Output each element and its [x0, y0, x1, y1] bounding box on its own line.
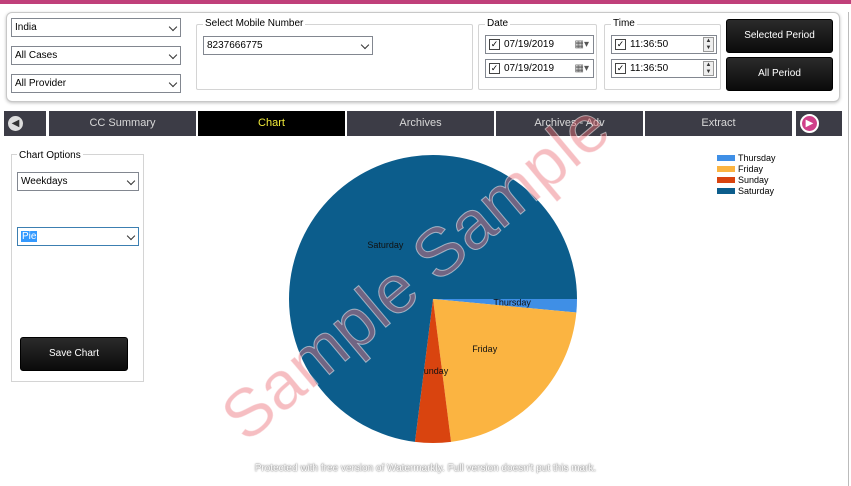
chart-legend: Thursday Friday Sunday Saturday — [717, 153, 776, 197]
legend-item-saturday: Saturday — [717, 186, 776, 197]
watermark-footer-text: Protected with free version of Watermark… — [254, 463, 597, 474]
legend-item-thursday: Thursday — [717, 153, 776, 164]
legend-swatch — [717, 188, 735, 194]
pie-chart: ThursdayFridaySundaySaturday — [289, 155, 577, 443]
legend-swatch — [717, 155, 735, 161]
pie-slice-friday — [433, 299, 577, 442]
legend-label: Friday — [738, 164, 764, 174]
legend-label: Sunday — [738, 175, 769, 185]
legend-item-sunday: Sunday — [717, 175, 776, 186]
pie-label-friday: Friday — [472, 344, 498, 354]
pie-label-saturday: Saturday — [367, 240, 404, 250]
legend-label: Saturday — [738, 186, 775, 196]
legend-item-friday: Friday — [717, 164, 776, 175]
legend-swatch — [717, 177, 735, 183]
legend-swatch — [717, 166, 735, 172]
legend-label: Thursday — [738, 153, 776, 163]
